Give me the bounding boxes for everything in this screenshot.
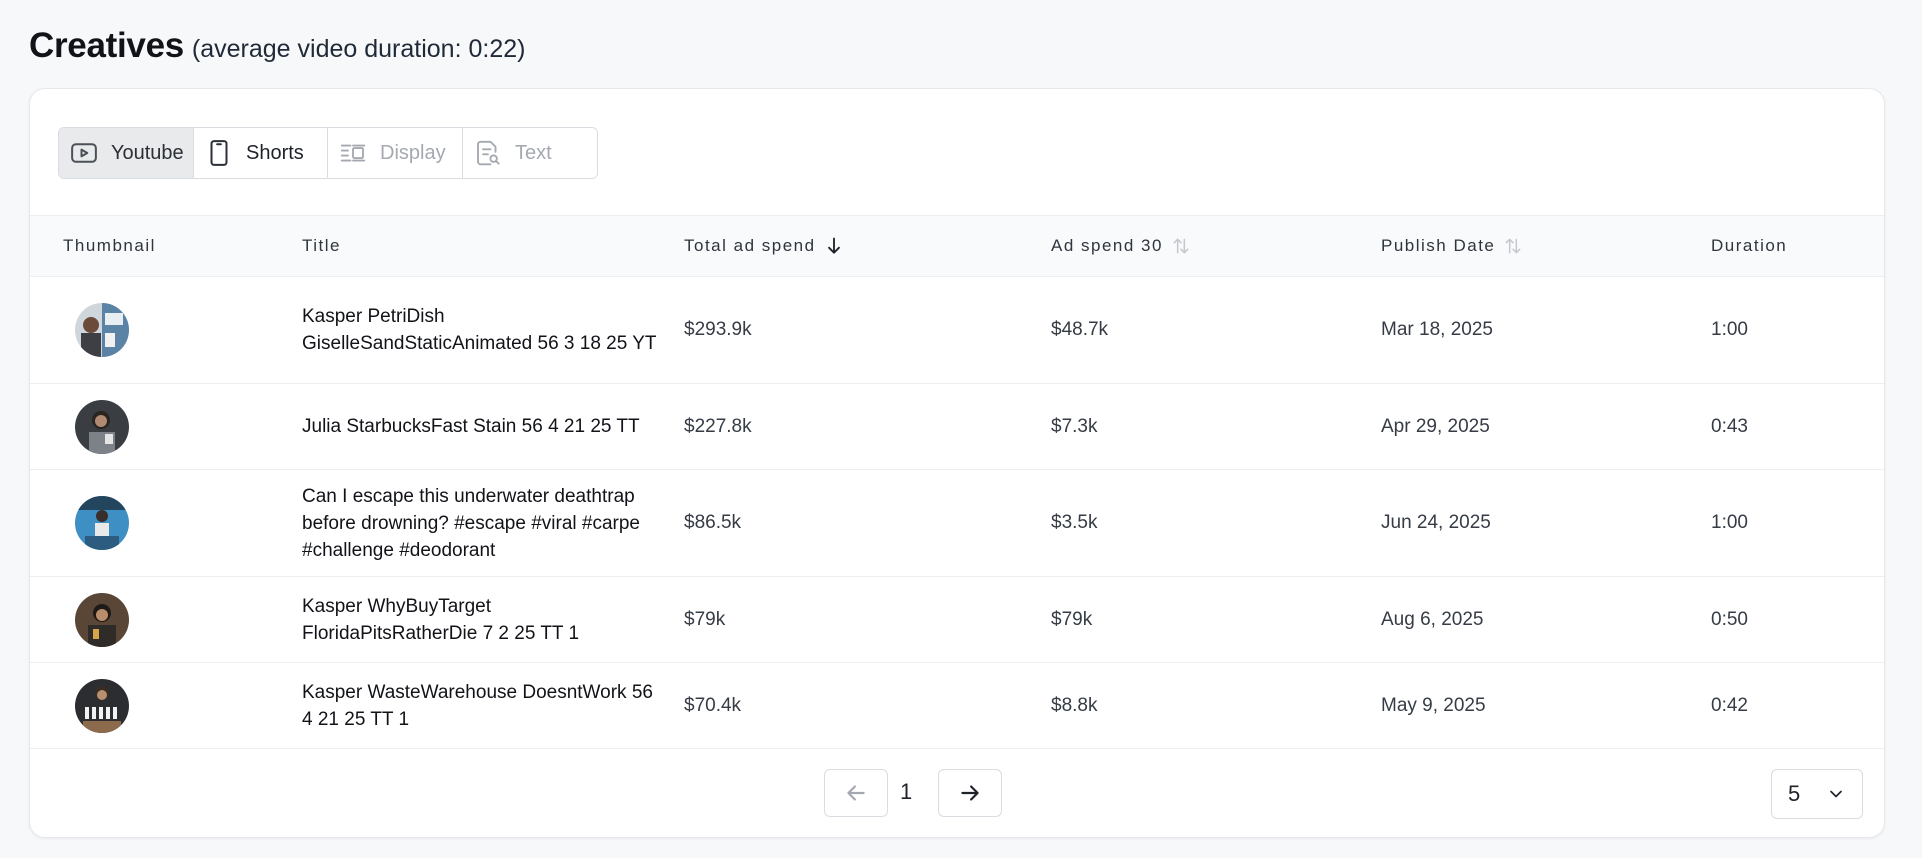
row-title: Kasper WasteWarehouse DoesntWork 56 4 21… [302, 681, 653, 730]
tab-text[interactable]: Text [463, 128, 597, 178]
pagination: 1 5 [30, 769, 1884, 819]
sort-desc-icon[interactable] [824, 236, 844, 256]
row-title: Kasper WhyBuyTarget FloridaPitsRatherDie… [302, 595, 580, 644]
thumbnail-avatar[interactable] [75, 496, 129, 550]
creatives-table: Thumbnail Title Total ad spend Ad spend … [30, 215, 1884, 749]
phone-icon [210, 140, 228, 166]
tab-shorts-label: Shorts [246, 141, 304, 164]
tab-shorts[interactable]: Shorts [194, 128, 328, 178]
tab-display-label: Display [380, 141, 446, 164]
current-page-number: 1 [900, 779, 913, 804]
arrow-left-icon [847, 785, 865, 801]
row-duration: 0:43 [1711, 415, 1748, 437]
row-total-ad-spend: $293.9k [684, 319, 752, 340]
text-search-icon [477, 140, 500, 166]
chevron-down-icon [1830, 790, 1842, 798]
page-size-select[interactable]: 5 [1771, 769, 1863, 819]
row-publish-date: Mar 18, 2025 [1381, 319, 1493, 340]
table-row[interactable]: Kasper WhyBuyTarget FloridaPitsRatherDie… [30, 577, 1884, 663]
row-ad-spend-30: $7.3k [1051, 415, 1098, 437]
arrow-right-icon [961, 785, 979, 801]
row-duration: 0:50 [1711, 608, 1748, 630]
table-row[interactable]: Kasper WasteWarehouse DoesntWork 56 4 21… [30, 663, 1884, 749]
sort-both-icon[interactable] [1171, 236, 1191, 256]
table-row[interactable]: Can I escape this underwater deathtrap b… [30, 470, 1884, 577]
tab-youtube[interactable]: Youtube [59, 128, 194, 178]
row-title: Can I escape this underwater deathtrap b… [302, 485, 640, 561]
header-total-ad-spend[interactable]: Total ad spend [684, 236, 844, 256]
tab-youtube-label: Youtube [111, 141, 184, 164]
row-publish-date: May 9, 2025 [1381, 694, 1486, 716]
thumbnail-avatar[interactable] [75, 592, 129, 647]
page-subtitle: (average video duration: 0:22) [191, 35, 526, 63]
prev-page-button[interactable] [824, 769, 888, 817]
header-ad-spend-30[interactable]: Ad spend 30 [1051, 236, 1191, 256]
row-total-ad-spend: $86.5k [684, 512, 742, 533]
display-layout-icon [340, 144, 366, 162]
row-title: Julia StarbucksFast Stain 56 4 21 25 TT [302, 416, 640, 437]
row-ad-spend-30: $3.5k [1051, 512, 1098, 533]
row-duration: 0:42 [1711, 694, 1748, 716]
row-duration: 1:00 [1711, 512, 1748, 533]
row-ad-spend-30: $8.8k [1051, 694, 1098, 716]
page-size-value: 5 [1788, 781, 1801, 806]
page-title: Creatives (average video duration: 0:22) [29, 26, 525, 66]
creatives-card: Youtube Shorts Display Text Thumbnail Ti… [29, 88, 1885, 838]
page-title-main: Creatives [29, 26, 184, 65]
row-ad-spend-30: $48.7k [1051, 319, 1109, 340]
row-title: Kasper PetriDish GiselleSandStaticAnimat… [302, 306, 657, 354]
header-publish-date[interactable]: Publish Date [1381, 236, 1523, 256]
tab-text-label: Text [515, 141, 552, 164]
header-thumbnail: Thumbnail [63, 236, 156, 255]
thumbnail-avatar[interactable] [75, 303, 129, 357]
row-total-ad-spend: $79k [684, 608, 726, 630]
play-square-icon [71, 143, 97, 163]
tab-display[interactable]: Display [328, 128, 463, 178]
next-page-button[interactable] [938, 769, 1002, 817]
row-publish-date: Jun 24, 2025 [1381, 512, 1491, 533]
row-duration: 1:00 [1711, 319, 1748, 340]
header-title: Title [302, 236, 341, 255]
row-total-ad-spend: $70.4k [684, 694, 742, 716]
row-publish-date: Apr 29, 2025 [1381, 415, 1490, 437]
table-header: Thumbnail Title Total ad spend Ad spend … [30, 215, 1884, 277]
row-publish-date: Aug 6, 2025 [1381, 608, 1484, 630]
creative-type-tabs: Youtube Shorts Display Text [58, 127, 598, 179]
sort-both-icon[interactable] [1503, 236, 1523, 256]
header-duration: Duration [1711, 236, 1788, 255]
thumbnail-avatar[interactable] [75, 678, 129, 733]
table-row[interactable]: Julia StarbucksFast Stain 56 4 21 25 TT … [30, 384, 1884, 470]
thumbnail-avatar[interactable] [75, 399, 129, 454]
row-ad-spend-30: $79k [1051, 608, 1093, 630]
row-total-ad-spend: $227.8k [684, 415, 752, 437]
table-row[interactable]: Kasper PetriDish GiselleSandStaticAnimat… [30, 277, 1884, 384]
